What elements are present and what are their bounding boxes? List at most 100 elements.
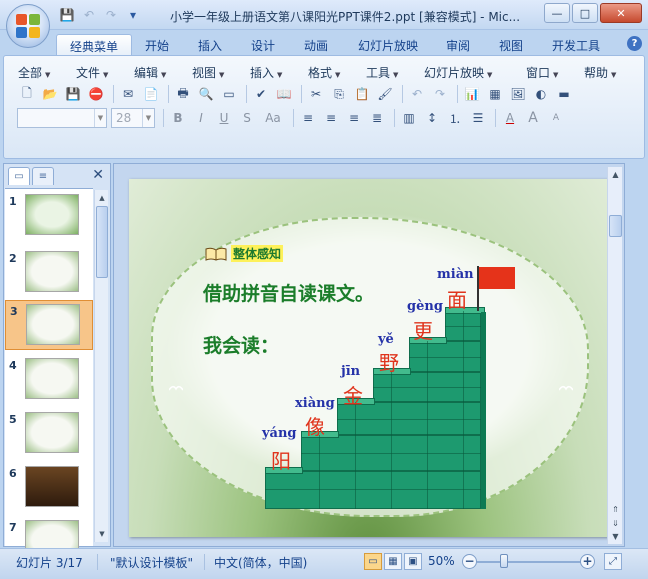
redo-icon[interactable]: ↷ <box>430 84 450 104</box>
save-icon[interactable]: 💾 <box>58 7 76 23</box>
zoom-in-button[interactable]: + <box>580 554 595 569</box>
bold-button[interactable]: B <box>168 108 188 128</box>
permission-icon[interactable]: ⛔ <box>86 84 106 104</box>
slide-canvas[interactable]: 整体感知 借助拼音自读课文。 我会读： yáng 阳 xiàng 像 jīn 金… <box>129 179 609 537</box>
shadow-button[interactable]: S <box>237 108 257 128</box>
zoom-slider-thumb[interactable] <box>500 554 508 568</box>
menu-insert[interactable]: 插入 ▼ <box>250 64 308 81</box>
justify-icon[interactable]: ≣ <box>367 108 387 128</box>
next-slide-icon[interactable]: ⇓ <box>609 517 622 530</box>
font-size-select[interactable]: 28 ▼ <box>111 108 155 128</box>
slide-scrollbar[interactable]: ▲ ⇑ ⇓ ▼ <box>607 167 622 544</box>
scrollbar-thumb[interactable] <box>609 215 622 237</box>
undo-icon[interactable]: ↶ <box>80 7 98 23</box>
copy-icon[interactable]: ⎘ <box>329 84 349 104</box>
menu-view[interactable]: 视图 ▼ <box>192 64 250 81</box>
tab-slideshow[interactable]: 幻灯片放映 <box>350 34 426 56</box>
scroll-up-icon[interactable]: ▲ <box>96 191 108 205</box>
close-icon[interactable]: ✕ <box>92 167 104 183</box>
numbering-icon[interactable]: ⒈ <box>445 108 465 128</box>
font-name-select[interactable]: ▼ <box>17 108 107 128</box>
scrollbar-thumb[interactable] <box>96 206 108 278</box>
normal-view-button[interactable]: ▭ <box>364 553 382 570</box>
scroll-up-icon[interactable]: ▲ <box>609 168 622 181</box>
spelling-icon[interactable]: ✔ <box>251 84 271 104</box>
picture-icon[interactable]: 🖼 <box>508 84 528 104</box>
help-icon[interactable]: ? <box>627 36 642 51</box>
open-folder-icon[interactable]: 📂 <box>40 84 60 104</box>
print-icon[interactable]: 🖶 <box>173 84 193 104</box>
redo-icon[interactable]: ↷ <box>102 7 120 23</box>
tab-design[interactable]: 设计 <box>243 34 283 56</box>
font-color-button[interactable]: A <box>500 108 520 128</box>
office-button[interactable] <box>6 4 50 48</box>
tab-review[interactable]: 审阅 <box>438 34 478 56</box>
zoom-out-button[interactable]: − <box>462 554 477 569</box>
tab-animation[interactable]: 动画 <box>296 34 336 56</box>
menu-tools[interactable]: 工具 ▼ <box>366 64 424 81</box>
slide-thumbnail[interactable]: 1 <box>5 191 93 241</box>
undo-icon[interactable]: ↶ <box>407 84 427 104</box>
menu-slideshow[interactable]: 幻灯片放映 ▼ <box>424 64 526 81</box>
tab-view[interactable]: 视图 <box>491 34 531 56</box>
menu-help[interactable]: 帮助 ▼ <box>584 64 634 81</box>
slides-tab-icon[interactable]: ▭ <box>8 167 30 185</box>
scroll-down-icon[interactable]: ▼ <box>96 527 108 541</box>
tab-home[interactable]: 开始 <box>137 34 177 56</box>
new-document-icon[interactable]: 🗋 <box>17 84 37 104</box>
underline-button[interactable]: U <box>214 108 234 128</box>
customize-qat-icon[interactable]: ▾ <box>124 7 142 23</box>
menu-all[interactable]: 全部 ▼ <box>18 64 76 81</box>
minimize-button[interactable]: — <box>544 3 570 23</box>
grow-font-button[interactable]: A <box>523 108 543 128</box>
slide-thumbnail[interactable]: 2 <box>5 248 93 298</box>
slideshow-view-button[interactable]: ▣ <box>404 553 422 570</box>
save-icon[interactable]: 💾 <box>63 84 83 104</box>
italic-button[interactable]: I <box>191 108 211 128</box>
menu-window[interactable]: 窗口 ▼ <box>526 64 584 81</box>
grid-line <box>409 357 481 358</box>
publish-icon[interactable]: 📄 <box>141 84 161 104</box>
zoom-slider[interactable] <box>477 561 581 563</box>
tab-developer[interactable]: 开发工具 <box>544 34 608 56</box>
slide-thumbnail[interactable]: 4 <box>5 355 93 405</box>
align-right-icon[interactable]: ≡ <box>344 108 364 128</box>
zoom-level[interactable]: 50% <box>428 554 455 568</box>
align-left-icon[interactable]: ≡ <box>298 108 318 128</box>
grayscale-icon[interactable]: ◐ <box>531 84 551 104</box>
slide-sorter-button[interactable]: ▦ <box>384 553 402 570</box>
tab-insert[interactable]: 插入 <box>190 34 230 56</box>
previous-slide-icon[interactable]: ⇑ <box>609 503 622 516</box>
menu-format[interactable]: 格式 ▼ <box>308 64 366 81</box>
grid-line <box>265 489 481 490</box>
paste-icon[interactable]: 📋 <box>352 84 372 104</box>
slide-thumbnail-selected[interactable]: 3 <box>5 300 93 350</box>
slide-thumbnail[interactable]: 5 <box>5 409 93 459</box>
line-spacing-icon[interactable]: ↕ <box>422 108 442 128</box>
chart-icon[interactable]: 📊 <box>462 84 482 104</box>
display-icon[interactable]: ▬ <box>554 84 574 104</box>
slide-thumbnail[interactable]: 6 <box>5 463 93 513</box>
bullets-icon[interactable]: ☰ <box>468 108 488 128</box>
close-button[interactable]: ✕ <box>600 3 642 23</box>
scroll-down-icon[interactable]: ▼ <box>609 530 622 543</box>
view-icon[interactable]: ▭ <box>219 84 239 104</box>
align-center-icon[interactable]: ≡ <box>321 108 341 128</box>
table-icon[interactable]: ▦ <box>485 84 505 104</box>
shrink-font-button[interactable]: A <box>546 108 566 128</box>
tab-classic-menu[interactable]: 经典菜单 <box>56 34 133 56</box>
language-indicator[interactable]: 中文(简体，中国) <box>214 554 307 571</box>
cut-icon[interactable]: ✂ <box>306 84 326 104</box>
format-painter-icon[interactable]: 🖌 <box>375 84 395 104</box>
columns-icon[interactable]: ▥ <box>399 108 419 128</box>
print-preview-icon[interactable]: 🔍 <box>196 84 216 104</box>
menu-file[interactable]: 文件 ▼ <box>76 64 134 81</box>
change-case-button[interactable]: Aa <box>260 108 286 128</box>
maximize-button[interactable]: □ <box>572 3 598 23</box>
menu-edit[interactable]: 编辑 ▼ <box>134 64 192 81</box>
outline-tab-icon[interactable]: ≡ <box>32 167 54 185</box>
fit-to-window-icon[interactable]: ⤢ <box>604 553 622 570</box>
email-icon[interactable]: ✉ <box>118 84 138 104</box>
research-icon[interactable]: 📖 <box>274 84 294 104</box>
thumbnail-scrollbar[interactable]: ▲ ▼ <box>94 190 108 542</box>
